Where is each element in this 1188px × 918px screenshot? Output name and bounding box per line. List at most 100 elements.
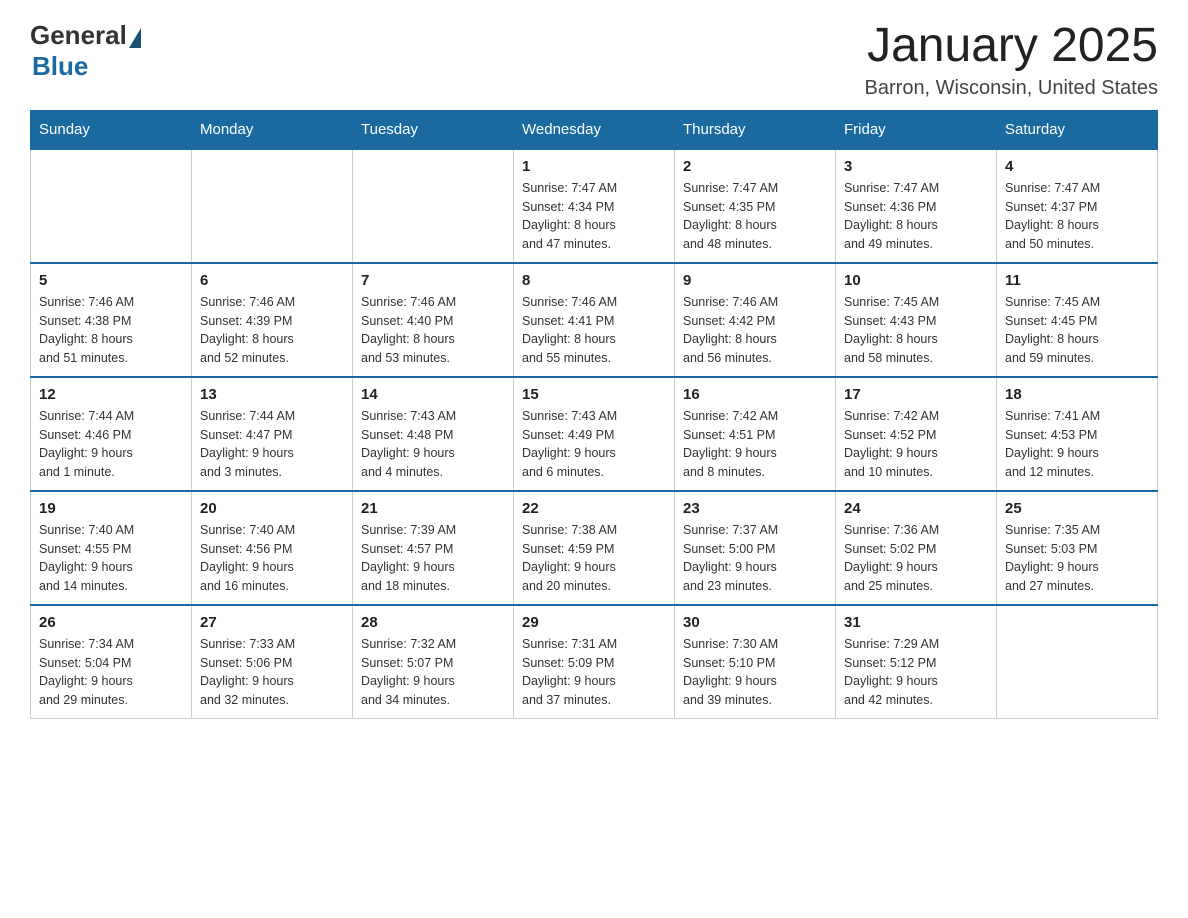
calendar-cell: 16 Sunrise: 7:42 AM Sunset: 4:51 PM Dayli… bbox=[675, 377, 836, 491]
day-number: 16 bbox=[683, 386, 827, 403]
day-number: 19 bbox=[39, 500, 183, 517]
calendar-cell: 2 Sunrise: 7:47 AM Sunset: 4:35 PM Daylig… bbox=[675, 149, 836, 263]
day-info: Sunrise: 7:42 AM Sunset: 4:52 PM Dayligh… bbox=[844, 407, 988, 482]
day-number: 7 bbox=[361, 272, 505, 289]
calendar-cell: 24 Sunrise: 7:36 AM Sunset: 5:02 PM Dayli… bbox=[836, 491, 997, 605]
day-number: 9 bbox=[683, 272, 827, 289]
day-number: 11 bbox=[1005, 272, 1149, 289]
day-number: 23 bbox=[683, 500, 827, 517]
day-info: Sunrise: 7:47 AM Sunset: 4:34 PM Dayligh… bbox=[522, 179, 666, 254]
day-number: 21 bbox=[361, 500, 505, 517]
calendar-cell: 21 Sunrise: 7:39 AM Sunset: 4:57 PM Dayli… bbox=[353, 491, 514, 605]
calendar-cell bbox=[192, 149, 353, 263]
week-row-3: 12 Sunrise: 7:44 AM Sunset: 4:46 PM Dayli… bbox=[31, 377, 1158, 491]
day-info: Sunrise: 7:34 AM Sunset: 5:04 PM Dayligh… bbox=[39, 635, 183, 710]
day-number: 20 bbox=[200, 500, 344, 517]
weekday-header-monday: Monday bbox=[192, 110, 353, 149]
day-number: 3 bbox=[844, 158, 988, 175]
logo-general-text: General bbox=[30, 20, 127, 51]
day-info: Sunrise: 7:37 AM Sunset: 5:00 PM Dayligh… bbox=[683, 521, 827, 596]
calendar-cell: 8 Sunrise: 7:46 AM Sunset: 4:41 PM Daylig… bbox=[514, 263, 675, 377]
day-info: Sunrise: 7:44 AM Sunset: 4:47 PM Dayligh… bbox=[200, 407, 344, 482]
day-number: 29 bbox=[522, 614, 666, 631]
day-info: Sunrise: 7:45 AM Sunset: 4:43 PM Dayligh… bbox=[844, 293, 988, 368]
calendar-cell: 22Sunrise: 7:38 AM Sunset: 4:59 PM Dayli… bbox=[514, 491, 675, 605]
day-info: Sunrise: 7:39 AM Sunset: 4:57 PM Dayligh… bbox=[361, 521, 505, 596]
day-number: 8 bbox=[522, 272, 666, 289]
day-number: 12 bbox=[39, 386, 183, 403]
calendar-cell: 14Sunrise: 7:43 AM Sunset: 4:48 PM Dayli… bbox=[353, 377, 514, 491]
logo-blue-text: Blue bbox=[32, 51, 88, 82]
calendar-cell: 9 Sunrise: 7:46 AM Sunset: 4:42 PM Daylig… bbox=[675, 263, 836, 377]
calendar-cell: 15 Sunrise: 7:43 AM Sunset: 4:49 PM Dayli… bbox=[514, 377, 675, 491]
day-info: Sunrise: 7:43 AM Sunset: 4:48 PM Dayligh… bbox=[361, 407, 505, 482]
day-number: 22 bbox=[522, 500, 666, 517]
day-info: Sunrise: 7:46 AM Sunset: 4:39 PM Dayligh… bbox=[200, 293, 344, 368]
day-info: Sunrise: 7:44 AM Sunset: 4:46 PM Dayligh… bbox=[39, 407, 183, 482]
day-number: 30 bbox=[683, 614, 827, 631]
day-number: 2 bbox=[683, 158, 827, 175]
day-info: Sunrise: 7:33 AM Sunset: 5:06 PM Dayligh… bbox=[200, 635, 344, 710]
day-number: 25 bbox=[1005, 500, 1149, 517]
day-number: 4 bbox=[1005, 158, 1149, 175]
calendar-cell: 26 Sunrise: 7:34 AM Sunset: 5:04 PM Dayli… bbox=[31, 605, 192, 719]
calendar-cell: 25Sunrise: 7:35 AM Sunset: 5:03 PM Dayli… bbox=[997, 491, 1158, 605]
day-number: 27 bbox=[200, 614, 344, 631]
day-number: 13 bbox=[200, 386, 344, 403]
week-row-4: 19 Sunrise: 7:40 AM Sunset: 4:55 PM Dayli… bbox=[31, 491, 1158, 605]
calendar-cell: 18Sunrise: 7:41 AM Sunset: 4:53 PM Dayli… bbox=[997, 377, 1158, 491]
day-info: Sunrise: 7:32 AM Sunset: 5:07 PM Dayligh… bbox=[361, 635, 505, 710]
day-info: Sunrise: 7:43 AM Sunset: 4:49 PM Dayligh… bbox=[522, 407, 666, 482]
day-info: Sunrise: 7:47 AM Sunset: 4:36 PM Dayligh… bbox=[844, 179, 988, 254]
week-row-2: 5 Sunrise: 7:46 AM Sunset: 4:38 PM Daylig… bbox=[31, 263, 1158, 377]
day-info: Sunrise: 7:46 AM Sunset: 4:41 PM Dayligh… bbox=[522, 293, 666, 368]
day-info: Sunrise: 7:40 AM Sunset: 4:55 PM Dayligh… bbox=[39, 521, 183, 596]
week-row-5: 26 Sunrise: 7:34 AM Sunset: 5:04 PM Dayli… bbox=[31, 605, 1158, 719]
calendar-cell: 23 Sunrise: 7:37 AM Sunset: 5:00 PM Dayli… bbox=[675, 491, 836, 605]
calendar-cell: 17 Sunrise: 7:42 AM Sunset: 4:52 PM Dayli… bbox=[836, 377, 997, 491]
day-info: Sunrise: 7:42 AM Sunset: 4:51 PM Dayligh… bbox=[683, 407, 827, 482]
day-info: Sunrise: 7:30 AM Sunset: 5:10 PM Dayligh… bbox=[683, 635, 827, 710]
weekday-header-sunday: Sunday bbox=[31, 110, 192, 149]
day-info: Sunrise: 7:47 AM Sunset: 4:35 PM Dayligh… bbox=[683, 179, 827, 254]
calendar-cell: 13 Sunrise: 7:44 AM Sunset: 4:47 PM Dayli… bbox=[192, 377, 353, 491]
day-info: Sunrise: 7:41 AM Sunset: 4:53 PM Dayligh… bbox=[1005, 407, 1149, 482]
page-header: General Blue January 2025 Barron, Wiscon… bbox=[30, 20, 1158, 100]
logo: General Blue bbox=[30, 20, 141, 82]
weekday-header-tuesday: Tuesday bbox=[353, 110, 514, 149]
calendar-cell: 11Sunrise: 7:45 AM Sunset: 4:45 PM Dayli… bbox=[997, 263, 1158, 377]
main-title: January 2025 bbox=[865, 20, 1158, 73]
weekday-header-row: SundayMondayTuesdayWednesdayThursdayFrid… bbox=[31, 110, 1158, 149]
calendar-cell: 3 Sunrise: 7:47 AM Sunset: 4:36 PM Daylig… bbox=[836, 149, 997, 263]
day-number: 31 bbox=[844, 614, 988, 631]
day-info: Sunrise: 7:40 AM Sunset: 4:56 PM Dayligh… bbox=[200, 521, 344, 596]
logo-triangle-icon bbox=[129, 28, 141, 48]
calendar-cell: 5 Sunrise: 7:46 AM Sunset: 4:38 PM Daylig… bbox=[31, 263, 192, 377]
weekday-header-saturday: Saturday bbox=[997, 110, 1158, 149]
calendar-cell bbox=[31, 149, 192, 263]
weekday-header-friday: Friday bbox=[836, 110, 997, 149]
calendar-table: SundayMondayTuesdayWednesdayThursdayFrid… bbox=[30, 110, 1158, 719]
location-subtitle: Barron, Wisconsin, United States bbox=[865, 77, 1158, 100]
week-row-1: 1 Sunrise: 7:47 AM Sunset: 4:34 PM Daylig… bbox=[31, 149, 1158, 263]
calendar-cell: 27 Sunrise: 7:33 AM Sunset: 5:06 PM Dayli… bbox=[192, 605, 353, 719]
calendar-cell: 28Sunrise: 7:32 AM Sunset: 5:07 PM Dayli… bbox=[353, 605, 514, 719]
calendar-cell: 12 Sunrise: 7:44 AM Sunset: 4:46 PM Dayli… bbox=[31, 377, 192, 491]
day-number: 10 bbox=[844, 272, 988, 289]
day-number: 17 bbox=[844, 386, 988, 403]
calendar-cell bbox=[353, 149, 514, 263]
day-number: 1 bbox=[522, 158, 666, 175]
day-info: Sunrise: 7:46 AM Sunset: 4:42 PM Dayligh… bbox=[683, 293, 827, 368]
calendar-cell: 1 Sunrise: 7:47 AM Sunset: 4:34 PM Daylig… bbox=[514, 149, 675, 263]
calendar-cell bbox=[997, 605, 1158, 719]
day-number: 5 bbox=[39, 272, 183, 289]
day-number: 26 bbox=[39, 614, 183, 631]
day-info: Sunrise: 7:46 AM Sunset: 4:38 PM Dayligh… bbox=[39, 293, 183, 368]
title-section: January 2025 Barron, Wisconsin, United S… bbox=[865, 20, 1158, 100]
day-number: 24 bbox=[844, 500, 988, 517]
calendar-cell: 4 Sunrise: 7:47 AM Sunset: 4:37 PM Daylig… bbox=[997, 149, 1158, 263]
calendar-cell: 6Sunrise: 7:46 AM Sunset: 4:39 PM Daylig… bbox=[192, 263, 353, 377]
day-info: Sunrise: 7:47 AM Sunset: 4:37 PM Dayligh… bbox=[1005, 179, 1149, 254]
day-info: Sunrise: 7:36 AM Sunset: 5:02 PM Dayligh… bbox=[844, 521, 988, 596]
day-number: 15 bbox=[522, 386, 666, 403]
